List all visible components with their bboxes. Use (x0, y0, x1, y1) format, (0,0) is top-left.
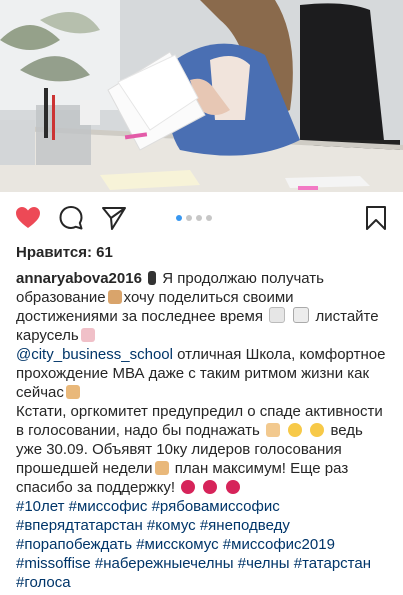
caption-username[interactable]: annaryabova2016 (16, 270, 142, 287)
like-button[interactable] (14, 204, 42, 232)
yum-face-icon (288, 423, 303, 437)
folded-hands-icon (265, 423, 280, 437)
heart-icon (16, 207, 40, 228)
likes-count[interactable]: Нравится: 61 (0, 242, 403, 264)
kiss-lips-icon (181, 480, 196, 494)
post-image[interactable] (0, 0, 403, 192)
person-gesturing-icon (154, 461, 169, 475)
carousel-dot-active (176, 215, 182, 221)
post-photo (0, 0, 403, 192)
comment-icon (59, 206, 83, 230)
carousel-dot (196, 215, 202, 221)
mention-link[interactable]: @city_business_school (16, 346, 173, 363)
hashtags[interactable]: #10лет #миссофис #рябовамиссофис #вперяд… (16, 497, 387, 592)
bookmark-icon (366, 206, 386, 230)
carousel-dot (186, 215, 192, 221)
send-icon (102, 207, 126, 230)
kiss-lips-icon (203, 480, 218, 494)
carousel-indicator (176, 215, 212, 221)
save-button[interactable] (362, 204, 390, 232)
wink-face-icon (310, 423, 325, 437)
school-icon (107, 290, 122, 304)
carousel-dot (206, 215, 212, 221)
person-gesturing-icon (65, 385, 80, 399)
post-actions-bar (0, 192, 403, 242)
share-button[interactable] (100, 204, 128, 232)
ferris-wheel-icon (80, 328, 95, 342)
traffic-light-icon (148, 271, 157, 285)
book-icon (269, 307, 286, 323)
kiss-lips-icon (225, 480, 240, 494)
comment-button[interactable] (57, 204, 85, 232)
newspaper-icon (293, 307, 310, 323)
post-caption: annaryabova2016 Я продолжаю получать обр… (0, 269, 403, 592)
